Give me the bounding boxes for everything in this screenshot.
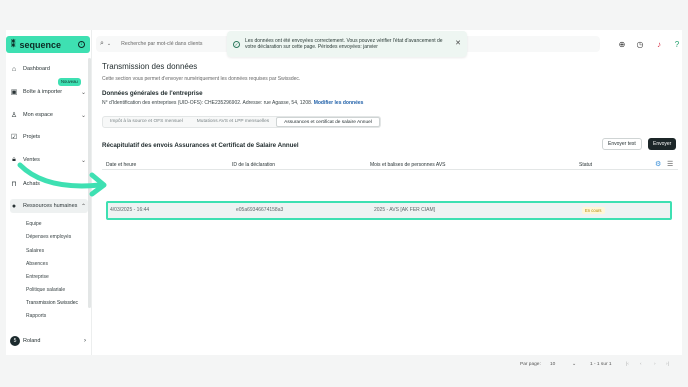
clock-icon[interactable]: ◷ — [634, 38, 646, 50]
user-name: Roland — [23, 338, 41, 344]
per-page-select[interactable]: 10 — [550, 362, 555, 367]
cell-date: 4/03/2025 - 16:44 — [110, 207, 150, 213]
sidebar: ⁑ sequence ↓ ⌂ Dashboard Nouveau ▣ Boîte… — [6, 30, 92, 355]
download-icon[interactable]: ↓ — [78, 41, 85, 48]
sidebar-scrollbar[interactable] — [88, 58, 91, 308]
sidebar-item-dashboard[interactable]: ⌂ Dashboard — [10, 62, 88, 76]
lock-icon: 🔒︎ — [12, 156, 16, 163]
sidebar-item-label: Ressources humaines — [23, 203, 78, 209]
sidebar-item-achats[interactable]: ⊓ Achats — [10, 177, 88, 191]
sidebar-subitem-equipe[interactable]: Equipe — [26, 221, 42, 227]
bag-icon: ⊓ — [11, 181, 17, 188]
app-window: ⁑ sequence ↓ ⌂ Dashboard Nouveau ▣ Boîte… — [6, 30, 683, 367]
close-icon[interactable]: ✕ — [455, 40, 461, 48]
first-page-icon[interactable]: |‹ — [626, 362, 629, 367]
cell-id: e05a69346674158a3 — [236, 207, 284, 213]
per-page-label: Par page: — [520, 362, 541, 367]
people-icon: ● — [11, 202, 17, 210]
sidebar-item-label: Dashboard — [23, 66, 50, 72]
edit-company-link[interactable]: Modifier les données — [314, 100, 364, 106]
brand-logo[interactable]: ⁑ sequence ↓ — [6, 36, 90, 53]
chevron-down-icon[interactable]: ⌄ — [572, 362, 576, 367]
sidebar-item-projets[interactable]: ☑ Projets — [10, 130, 88, 144]
logo-mark-icon: ⁑ — [11, 39, 16, 49]
page-range: 1 - 1 sur 1 — [590, 362, 612, 367]
sidebar-subitem-depenses[interactable]: Dépenses employés — [26, 234, 71, 240]
tab-assurances-annuel[interactable]: Assurances et certificat de salaire Annu… — [276, 117, 380, 127]
sidebar-item-ressources-humaines[interactable]: ● Ressources humaines ⌃ — [10, 199, 88, 213]
check-circle-icon: ✓ — [233, 40, 240, 48]
home-icon: ⌂ — [11, 65, 17, 73]
user-menu[interactable]: 5 Roland › — [10, 335, 88, 347]
column-header-status: Statut — [579, 162, 593, 168]
sidebar-subitem-politique[interactable]: Politique salariale — [26, 287, 65, 293]
filter-icon[interactable]: ☰ — [667, 160, 673, 168]
brand-name: sequence — [19, 39, 62, 50]
send-test-button[interactable]: Envoyer test — [602, 138, 642, 150]
column-header-months: Mois et balises de personnes AVS — [370, 162, 446, 168]
user-icon: ♙ — [10, 112, 18, 119]
sidebar-item-label: Achats — [23, 181, 40, 187]
send-button[interactable]: Envoyer — [648, 138, 677, 150]
declaration-tabs: Impôt à la source et OFS mensuel Mutatio… — [102, 116, 381, 128]
help-icon[interactable]: ? — [671, 38, 683, 50]
sidebar-subitem-rapports[interactable]: Rapports — [26, 313, 46, 319]
tab-impot-source[interactable]: Impôt à la source et OFS mensuel — [103, 117, 190, 127]
main-content: Transmission des données Cette section v… — [102, 62, 678, 367]
company-info: N° d'Identification des entreprises (UID… — [102, 100, 363, 106]
chevron-down-icon: ⌄ — [80, 89, 86, 96]
next-page-icon[interactable]: › — [654, 362, 656, 367]
sidebar-item-label: Boîte à importer — [23, 89, 63, 95]
topbar: ⌕ ⌄ Recherche par mot-clé dans clients ✓… — [96, 31, 683, 57]
tab-mutations-avs[interactable]: Mutations AVS et LPP mensuelles — [190, 117, 276, 127]
search-icon: ⌕ — [100, 40, 104, 47]
search-input[interactable]: Recherche par mot-clé dans clients — [121, 41, 202, 47]
sidebar-item-label: Projets — [23, 134, 41, 140]
chevron-up-icon: ⌃ — [80, 203, 86, 210]
last-page-icon[interactable]: ›| — [666, 362, 669, 367]
section-title-company: Données générales de l'entreprise — [102, 90, 203, 97]
sidebar-item-ventes[interactable]: 🔒︎ Ventes ⌄ — [10, 153, 88, 167]
status-badge: En cours — [582, 207, 605, 214]
column-header-id: ID de la déclaration — [232, 162, 276, 168]
chevron-right-icon: › — [84, 338, 86, 344]
sidebar-item-mon-espace[interactable]: ♙ Mon espace ⌄ — [10, 108, 88, 122]
toast-message: Les données ont été envoyées correctemen… — [245, 37, 443, 51]
inbox-icon: ▣ — [10, 89, 18, 96]
sidebar-item-inbox[interactable]: ▣ Boîte à importer ⌄ — [10, 85, 88, 99]
sidebar-subitem-entreprise[interactable]: Entreprise — [26, 274, 49, 280]
page-title: Transmission des données — [102, 62, 198, 71]
chevron-down-icon: ⌄ — [80, 157, 86, 164]
add-icon[interactable]: ⊕ — [616, 38, 628, 50]
cell-months: 2025 - AVS [AK FER CIAM] — [374, 207, 436, 213]
page-description: Cette section vous permet d'envoyer numé… — [102, 76, 301, 82]
prev-page-icon[interactable]: ‹ — [640, 362, 642, 367]
chevron-down-icon: ⌄ — [80, 112, 86, 119]
sidebar-subitem-salaires[interactable]: Salaires — [26, 248, 44, 254]
company-details: N° d'Identification des entreprises (UID… — [102, 100, 313, 106]
sidebar-item-label: Mon espace — [23, 112, 53, 118]
recap-title: Récapitulatif des envois Assurances et C… — [102, 142, 299, 149]
avatar: 5 — [10, 336, 20, 346]
column-header-date: Date et heure — [106, 162, 137, 168]
success-toast: ✓ Les données ont été envoyées correctem… — [227, 31, 467, 57]
settings-icon[interactable]: ⚙ — [655, 160, 661, 168]
checkbox-icon: ☑ — [10, 134, 18, 141]
table-header: Date et heure ID de la déclaration Mois … — [102, 160, 678, 170]
bell-icon[interactable]: ♪ — [653, 38, 665, 50]
sidebar-subitem-absences[interactable]: Absences — [26, 261, 48, 267]
declarations-table: Date et heure ID de la déclaration Mois … — [102, 160, 678, 170]
sidebar-subitem-transmission[interactable]: Transmission Swissdec — [26, 300, 78, 306]
table-row[interactable]: 4/03/2025 - 16:44 e05a69346674158a3 2025… — [106, 201, 672, 220]
sidebar-item-label: Ventes — [23, 157, 40, 163]
chevron-down-icon[interactable]: ⌄ — [107, 41, 111, 47]
